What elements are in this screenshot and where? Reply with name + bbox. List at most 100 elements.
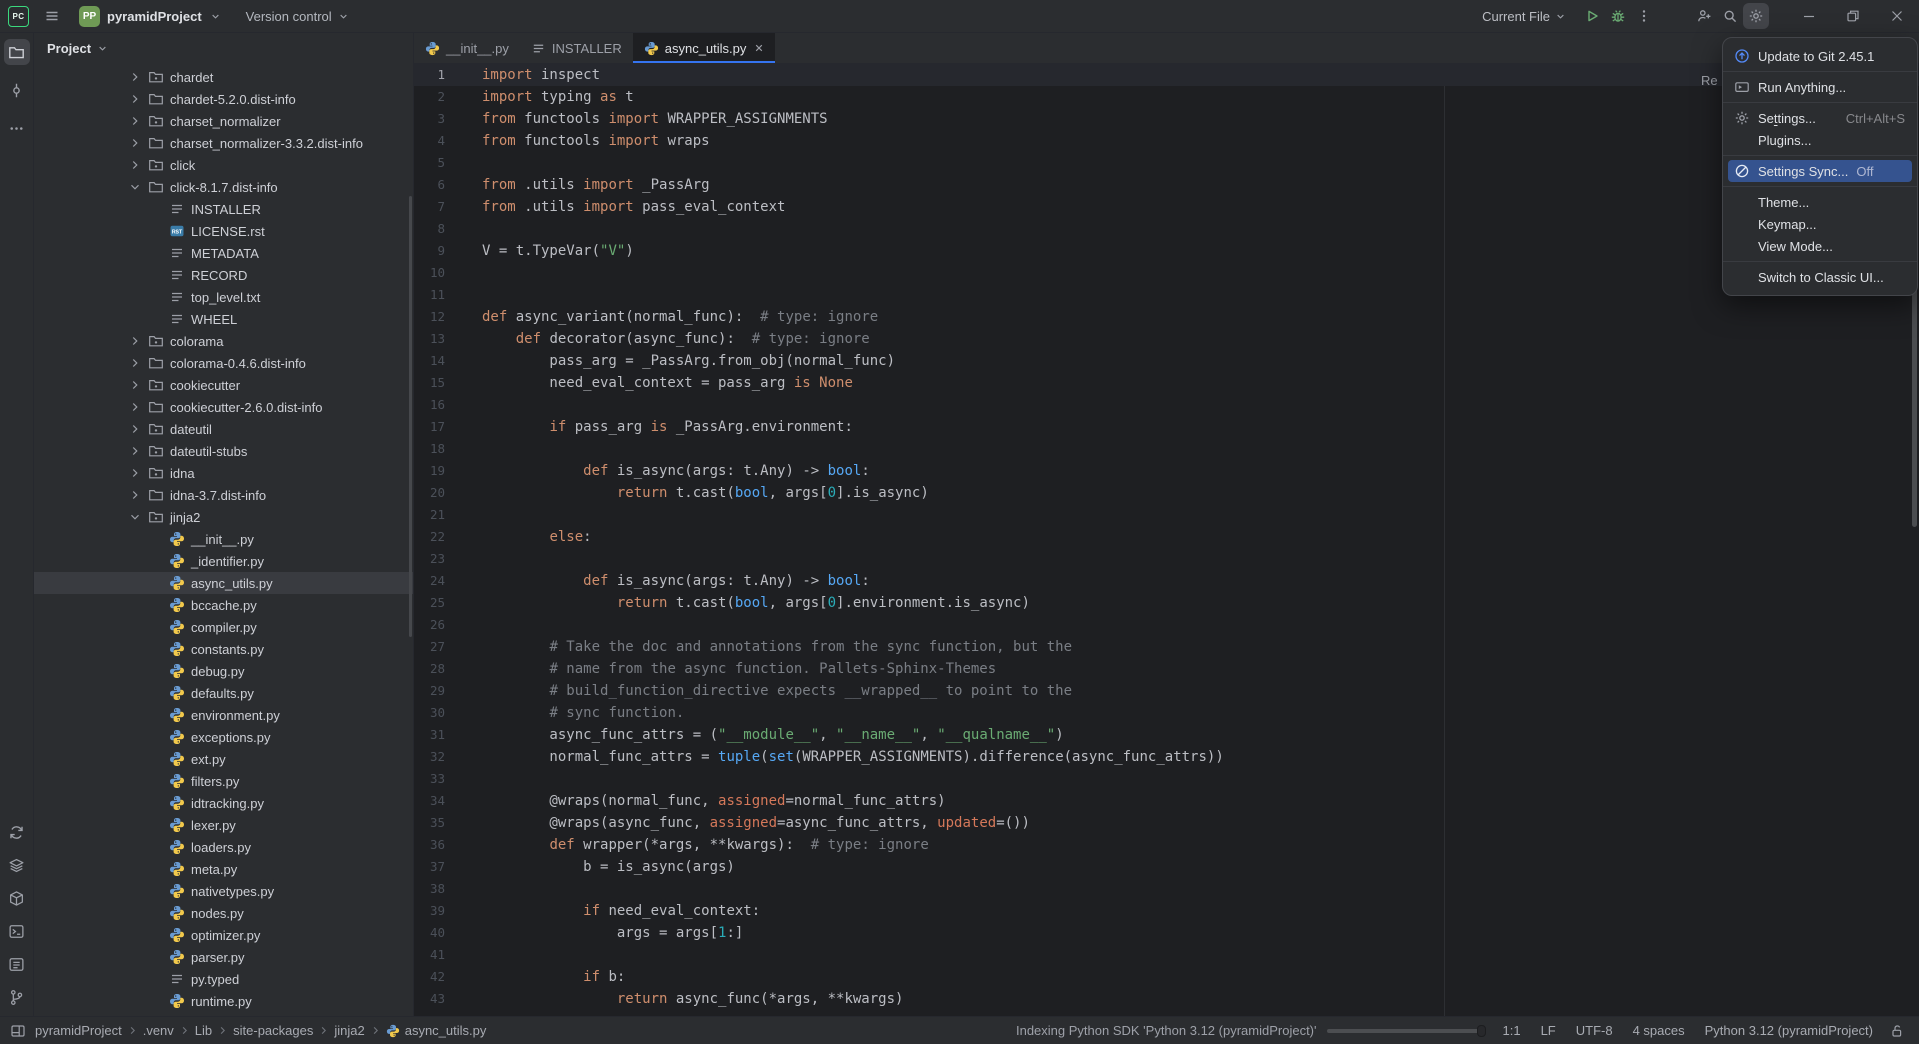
line-number[interactable]: 24 — [414, 570, 482, 592]
code-with-me-button[interactable] — [1691, 3, 1717, 29]
line-number[interactable]: 31 — [414, 724, 482, 746]
menu-item-view-mode[interactable]: View Mode... — [1723, 235, 1917, 257]
code-line-13[interactable]: 13 def decorator(async_func): # type: ig… — [414, 328, 1919, 350]
menu-item-plugins[interactable]: Plugins... — [1723, 129, 1917, 151]
menu-item-keymap[interactable]: Keymap... — [1723, 213, 1917, 235]
code-line-21[interactable]: 21 — [414, 504, 1919, 526]
line-number[interactable]: 30 — [414, 702, 482, 724]
line-number[interactable]: 28 — [414, 658, 482, 680]
menu-item-run-anything[interactable]: Run Anything... — [1723, 76, 1917, 98]
chevron-right-icon[interactable] — [127, 378, 143, 392]
code-line-24[interactable]: 24 def is_async(args: t.Any) -> bool: — [414, 570, 1919, 592]
code-line-26[interactable]: 26 — [414, 614, 1919, 636]
tree-item-jinja2[interactable]: jinja2 — [34, 506, 413, 528]
tree-item-colorama[interactable]: colorama — [34, 330, 413, 352]
chevron-right-icon[interactable] — [127, 422, 143, 436]
tree-item-_identifier.py[interactable]: _identifier.py — [34, 550, 413, 572]
line-number[interactable]: 7 — [414, 196, 482, 218]
code-line-12[interactable]: 12def async_variant(normal_func): # type… — [414, 306, 1919, 328]
run-configuration-selector[interactable]: Current File — [1482, 9, 1567, 24]
tree-item-dateutil[interactable]: dateutil — [34, 418, 413, 440]
line-number[interactable]: 3 — [414, 108, 482, 130]
tree-item-environment.py[interactable]: environment.py — [34, 704, 413, 726]
tree-item-idna-3.7.dist-info[interactable]: idna-3.7.dist-info — [34, 484, 413, 506]
breadcrumb-async_utils.py[interactable]: async_utils.py — [386, 1023, 487, 1038]
line-number[interactable]: 10 — [414, 262, 482, 284]
tool-window-button-version-control[interactable] — [4, 984, 30, 1010]
line-separator-widget[interactable]: LF — [1541, 1023, 1556, 1038]
line-number[interactable]: 6 — [414, 174, 482, 196]
tree-item-async_utils.py[interactable]: async_utils.py — [34, 572, 413, 594]
tree-item-idtracking.py[interactable]: idtracking.py — [34, 792, 413, 814]
tool-window-button-services[interactable] — [4, 852, 30, 878]
tool-window-button-commit[interactable] — [4, 77, 30, 103]
tree-item-dateutil-stubs[interactable]: dateutil-stubs — [34, 440, 413, 462]
tree-item-INSTALLER[interactable]: INSTALLER — [34, 198, 413, 220]
code-line-1[interactable]: 1import inspect — [414, 64, 1919, 86]
tree-item-debug.py[interactable]: debug.py — [34, 660, 413, 682]
code-line-43[interactable]: 43 return async_func(*args, **kwargs) — [414, 988, 1919, 1010]
code-line-8[interactable]: 8 — [414, 218, 1919, 240]
line-number[interactable]: 37 — [414, 856, 482, 878]
line-number[interactable]: 13 — [414, 328, 482, 350]
code-line-33[interactable]: 33 — [414, 768, 1919, 790]
tree-item-exceptions.py[interactable]: exceptions.py — [34, 726, 413, 748]
code-line-28[interactable]: 28 # name from the async function. Palle… — [414, 658, 1919, 680]
line-number[interactable]: 15 — [414, 372, 482, 394]
chevron-down-icon[interactable] — [127, 180, 143, 194]
tool-window-layout-icon[interactable] — [10, 1023, 26, 1039]
tree-item-WHEEL[interactable]: WHEEL — [34, 308, 413, 330]
line-number[interactable]: 34 — [414, 790, 482, 812]
code-line-11[interactable]: 11 — [414, 284, 1919, 306]
line-number[interactable]: 8 — [414, 218, 482, 240]
code-line-18[interactable]: 18 — [414, 438, 1919, 460]
tree-item-cookiecutter[interactable]: cookiecutter — [34, 374, 413, 396]
code-line-39[interactable]: 39 if need_eval_context: — [414, 900, 1919, 922]
code-line-31[interactable]: 31 async_func_attrs = ("__module__", "__… — [414, 724, 1919, 746]
code-line-19[interactable]: 19 def is_async(args: t.Any) -> bool: — [414, 460, 1919, 482]
code-line-34[interactable]: 34 @wraps(normal_func, assigned=normal_f… — [414, 790, 1919, 812]
editor-tab-INSTALLER[interactable]: INSTALLER — [520, 33, 633, 63]
tree-item-parser.py[interactable]: parser.py — [34, 946, 413, 968]
project-widget[interactable]: PP pyramidProject — [79, 6, 222, 27]
restore-button[interactable] — [1831, 0, 1875, 33]
line-number[interactable]: 26 — [414, 614, 482, 636]
code-line-16[interactable]: 16 — [414, 394, 1919, 416]
tree-item-nodes.py[interactable]: nodes.py — [34, 902, 413, 924]
chevron-right-icon[interactable] — [127, 356, 143, 370]
breadcrumb-Lib[interactable]: Lib — [195, 1023, 212, 1038]
caret-position-widget[interactable]: 1:1 — [1503, 1023, 1521, 1038]
code-line-17[interactable]: 17 if pass_arg is _PassArg.environment: — [414, 416, 1919, 438]
run-button[interactable] — [1579, 3, 1605, 29]
line-number[interactable]: 41 — [414, 944, 482, 966]
tree-item-__init__.py[interactable]: __init__.py — [34, 528, 413, 550]
menu-item-switch-to-classic-ui[interactable]: Switch to Classic UI... — [1723, 266, 1917, 288]
debug-button[interactable] — [1605, 3, 1631, 29]
indent-widget[interactable]: 4 spaces — [1633, 1023, 1685, 1038]
interpreter-widget[interactable]: Python 3.12 (pyramidProject) — [1705, 1023, 1873, 1038]
tree-item-py.typed[interactable]: py.typed — [34, 968, 413, 990]
tool-window-button-more-tool-windows[interactable] — [4, 115, 30, 141]
close-button[interactable] — [1875, 0, 1919, 33]
code-line-38[interactable]: 38 — [414, 878, 1919, 900]
code-line-2[interactable]: 2import typing as t — [414, 86, 1919, 108]
line-number[interactable]: 12 — [414, 306, 482, 328]
code-line-35[interactable]: 35 @wraps(async_func, assigned=async_fun… — [414, 812, 1919, 834]
line-number[interactable]: 43 — [414, 988, 482, 1010]
tree-item-ext.py[interactable]: ext.py — [34, 748, 413, 770]
chevron-down-icon[interactable] — [127, 510, 143, 524]
more-actions-button[interactable] — [1631, 3, 1657, 29]
code-line-40[interactable]: 40 args = args[1:] — [414, 922, 1919, 944]
breadcrumb-jinja2[interactable]: jinja2 — [334, 1023, 364, 1038]
line-number[interactable]: 32 — [414, 746, 482, 768]
tool-window-button-todo[interactable] — [4, 951, 30, 977]
encoding-widget[interactable]: UTF-8 — [1576, 1023, 1613, 1038]
menu-item-theme[interactable]: Theme... — [1723, 191, 1917, 213]
search-everywhere-button[interactable] — [1717, 3, 1743, 29]
tab-close-icon[interactable] — [754, 41, 764, 56]
line-number[interactable]: 39 — [414, 900, 482, 922]
tool-window-button-terminal[interactable] — [4, 918, 30, 944]
tree-item-charset_normalizer-3.3.2.dist-info[interactable]: charset_normalizer-3.3.2.dist-info — [34, 132, 413, 154]
menu-item-settings[interactable]: Settings...Ctrl+Alt+S — [1723, 107, 1917, 129]
tree-item-cookiecutter-2.6.0.dist-info[interactable]: cookiecutter-2.6.0.dist-info — [34, 396, 413, 418]
